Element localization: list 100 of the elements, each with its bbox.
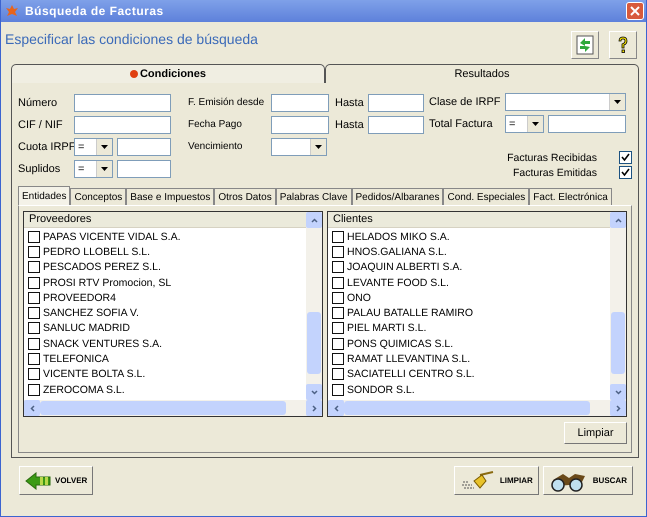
dropdown-arrow-icon — [101, 166, 108, 170]
close-button[interactable] — [626, 2, 644, 20]
checkbox[interactable] — [28, 322, 40, 334]
checkbox[interactable] — [28, 384, 40, 396]
list-item[interactable]: HNOS.GALIANA S.L. — [347, 246, 447, 258]
chevron-right-icon — [312, 404, 316, 412]
checkbox[interactable] — [619, 166, 632, 179]
list-item[interactable]: LEVANTE FOOD S.L. — [347, 276, 449, 289]
dropdown[interactable] — [505, 93, 626, 112]
list-item[interactable]: JOAQUIN ALBERTI S.A. — [347, 261, 462, 274]
checkbox-label: Facturas Emitidas — [512, 166, 597, 178]
checkbox[interactable] — [332, 292, 344, 304]
tab[interactable]: Resultados — [325, 64, 639, 83]
list-item[interactable]: VICENTE BOLTA S.L. — [43, 368, 146, 380]
search-button[interactable]: BUSCAR — [542, 466, 633, 495]
checkbox[interactable] — [619, 151, 632, 164]
checkbox[interactable] — [332, 384, 344, 396]
list-item[interactable]: SACIATELLI CENTRO S.L. — [347, 368, 475, 380]
tab[interactable]: Cond. Especiales — [443, 188, 530, 205]
back-button[interactable]: VOLVER — [19, 466, 94, 495]
refresh-button[interactable] — [571, 31, 599, 59]
operator-dropdown[interactable]: = — [505, 114, 544, 133]
text-field[interactable] — [74, 94, 171, 112]
list-item[interactable]: RAMAT LLEVANTINA S.L. — [347, 353, 470, 366]
checkbox[interactable] — [332, 246, 344, 258]
checkbox[interactable] — [28, 230, 40, 243]
tab[interactable]: Pedidos/Albaranes — [352, 188, 444, 205]
heading: Especificar las condiciones de búsqueda — [5, 31, 259, 47]
tab[interactable]: Palabras Clave — [276, 188, 352, 205]
checkbox[interactable] — [28, 292, 40, 304]
field-label: Hasta — [335, 118, 365, 130]
list-item[interactable]: HELADOS MIKO S.A. — [347, 230, 450, 243]
list-item[interactable]: SNACK VENTURES S.A. — [43, 338, 162, 350]
chevron-up-icon — [614, 218, 622, 222]
checkbox[interactable] — [332, 261, 344, 274]
checkbox[interactable] — [28, 368, 40, 380]
column-header: Clientes — [328, 212, 610, 228]
help-icon — [616, 35, 630, 55]
field-label: Número — [18, 96, 58, 108]
field-label: Hasta — [335, 96, 365, 108]
checkbox[interactable] — [28, 261, 40, 274]
scrollbar[interactable] — [328, 400, 626, 416]
chevron-left-icon — [30, 404, 34, 412]
text-field[interactable] — [117, 138, 171, 156]
date-field[interactable] — [368, 94, 424, 112]
checkbox[interactable] — [332, 368, 344, 380]
checkbox[interactable] — [332, 322, 344, 334]
checkbox[interactable] — [28, 353, 40, 366]
chevron-down-icon — [310, 390, 318, 394]
list-item[interactable]: SANLUC MADRID — [43, 322, 130, 334]
text-field[interactable] — [548, 114, 626, 133]
list-item[interactable]: SONDOR S.L. — [347, 384, 415, 396]
list-item[interactable]: PESCADOS PEREZ S.L. — [43, 261, 161, 274]
list-item[interactable]: TELEFONICA — [43, 353, 109, 366]
clear-button[interactable]: LIMPIAR — [454, 466, 539, 495]
list-item[interactable]: ONO — [347, 292, 371, 304]
field-label: Fecha Pago — [188, 119, 243, 130]
tab[interactable]: Conceptos — [70, 188, 126, 205]
tab[interactable]: Condiciones — [11, 64, 325, 83]
arrow-left-icon — [25, 472, 51, 490]
checkbox[interactable] — [28, 338, 40, 350]
checkbox[interactable] — [332, 230, 344, 243]
chevron-left-icon — [334, 404, 338, 412]
clear-button[interactable]: Limpiar — [564, 422, 627, 444]
list-item[interactable]: PEDRO LLOBELL S.L. — [43, 246, 150, 258]
help-button[interactable] — [609, 31, 637, 59]
chevron-down-icon — [614, 390, 622, 394]
list-item[interactable]: PAPAS VICENTE VIDAL S.A. — [43, 230, 181, 243]
text-field[interactable] — [74, 116, 171, 134]
checkbox[interactable] — [28, 307, 40, 320]
close-icon — [630, 6, 640, 16]
tab[interactable]: Fact. Electrónica — [529, 188, 612, 205]
scrollbar[interactable] — [610, 212, 626, 400]
operator-dropdown[interactable]: = — [74, 138, 113, 156]
checkbox[interactable] — [332, 276, 344, 289]
window-title: Búsqueda de Facturas — [25, 4, 165, 18]
list-item[interactable]: PROVEEDOR4 — [43, 292, 116, 304]
list-item[interactable]: PALAU BATALLE RAMIRO — [347, 307, 474, 320]
checkbox[interactable] — [332, 338, 344, 350]
text-field[interactable] — [117, 160, 171, 178]
field-label: F. Emisión desde — [188, 97, 266, 108]
date-field[interactable] — [271, 94, 329, 112]
dropdown[interactable] — [271, 138, 327, 156]
list-item[interactable]: PROSI RTV Promocion, SL — [43, 276, 172, 289]
list-item[interactable]: ZEROCOMA S.L. — [43, 384, 125, 396]
list-item[interactable]: PIEL MARTI S.L. — [347, 322, 426, 334]
checkbox[interactable] — [28, 246, 40, 258]
checkbox[interactable] — [332, 353, 344, 366]
tab[interactable]: Otros Datos — [214, 188, 276, 205]
date-field[interactable] — [271, 116, 329, 134]
checkbox[interactable] — [332, 307, 344, 320]
scrollbar[interactable] — [24, 400, 322, 416]
checkbox[interactable] — [28, 276, 40, 289]
list-item[interactable]: SANCHEZ SOFIA V. — [43, 307, 139, 320]
scrollbar[interactable] — [306, 212, 322, 400]
operator-dropdown[interactable]: = — [74, 160, 113, 178]
tab[interactable]: Entidades — [18, 186, 70, 205]
date-field[interactable] — [368, 116, 424, 134]
list-item[interactable]: PONS QUIMICAS S.L. — [347, 338, 454, 350]
tab[interactable]: Base e Impuestos — [126, 188, 214, 205]
